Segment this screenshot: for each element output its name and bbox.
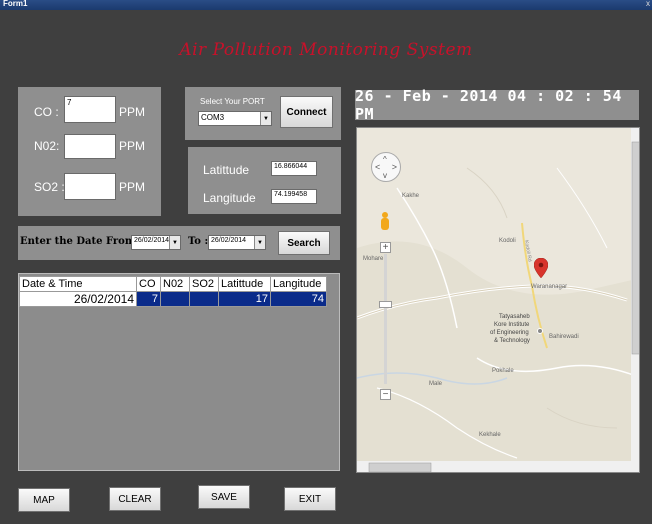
map-label-kore-institute-2: Kore Institute bbox=[494, 322, 530, 328]
so2-unit: PPM bbox=[119, 180, 146, 194]
chevron-right-icon[interactable]: > bbox=[392, 162, 397, 172]
zoom-track[interactable] bbox=[384, 254, 387, 384]
map-label-kore-institute-1: Tatyasaheb bbox=[499, 314, 530, 320]
cell-longitude[interactable]: 74 bbox=[270, 291, 327, 307]
cell-datetime[interactable]: 26/02/2014 bbox=[19, 291, 137, 307]
co-field[interactable]: 7 bbox=[64, 96, 116, 123]
zoom-out-button[interactable]: − bbox=[380, 389, 391, 400]
so2-field[interactable] bbox=[64, 173, 116, 200]
chevron-down-icon[interactable]: ▼ bbox=[169, 236, 180, 249]
port-panel: Select Your PORT COM3 ▼ Connect bbox=[185, 87, 341, 140]
pan-control[interactable]: ^ < > v bbox=[371, 152, 401, 182]
map-label-warananagar: Warananagar bbox=[531, 284, 568, 290]
latitude-label: Latittude bbox=[203, 163, 250, 177]
map-label-kakhe: Kakhe bbox=[402, 193, 420, 199]
table-row[interactable]: 26/02/2014 7 17 74 bbox=[19, 291, 327, 307]
map-label-kekhale: Kekhale bbox=[479, 432, 501, 438]
poi-icon[interactable] bbox=[537, 328, 543, 334]
col-header-so2[interactable]: SO2 bbox=[189, 276, 219, 292]
exit-button[interactable]: EXIT bbox=[284, 487, 336, 511]
chevron-down-icon[interactable]: ▼ bbox=[260, 112, 271, 125]
app-title: Air Pollution Monitoring System bbox=[179, 40, 473, 60]
readings-panel: CO : 7 PPM N02: PPM SO2 : PPM bbox=[18, 87, 161, 216]
no2-field[interactable] bbox=[64, 134, 116, 159]
port-selected-value: COM3 bbox=[201, 113, 225, 122]
data-grid[interactable]: Date & Time CO N02 SO2 Latittude Langitu… bbox=[18, 273, 340, 471]
map-canvas bbox=[357, 128, 639, 472]
save-button[interactable]: SAVE bbox=[198, 485, 250, 509]
map-button[interactable]: MAP bbox=[18, 488, 70, 512]
col-header-datetime[interactable]: Date & Time bbox=[19, 276, 137, 292]
map-label-bahirewadi: Bahirewadi bbox=[549, 334, 579, 340]
clear-button[interactable]: CLEAR bbox=[109, 487, 161, 511]
map-label-kodoli: Kodoli bbox=[499, 238, 516, 244]
longitude-field[interactable]: 74.199458 bbox=[271, 189, 317, 204]
co-label: CO : bbox=[34, 105, 59, 119]
chevron-down-icon[interactable]: v bbox=[383, 171, 387, 180]
port-select[interactable]: COM3 ▼ bbox=[198, 111, 272, 126]
connect-button[interactable]: Connect bbox=[280, 96, 333, 128]
col-header-longitude[interactable]: Langitude bbox=[270, 276, 327, 292]
co-unit: PPM bbox=[119, 105, 146, 119]
window-title: Form1 bbox=[3, 0, 28, 8]
cell-latitude[interactable]: 17 bbox=[218, 291, 271, 307]
col-header-co[interactable]: CO bbox=[136, 276, 161, 292]
chevron-left-icon[interactable]: < bbox=[375, 162, 380, 172]
cell-co[interactable]: 7 bbox=[136, 291, 161, 307]
map-label-pokhale: Pokhale bbox=[492, 368, 514, 374]
map-label-kore-institute-3: of Engineering bbox=[490, 330, 529, 336]
chevron-down-icon[interactable]: ▼ bbox=[254, 236, 265, 249]
port-label: Select Your PORT bbox=[200, 97, 265, 106]
col-header-latitude[interactable]: Latittude bbox=[218, 276, 271, 292]
main-window: Form1 x Air Pollution Monitoring System … bbox=[0, 0, 652, 524]
no2-label: N02: bbox=[34, 139, 60, 153]
chevron-up-icon[interactable]: ^ bbox=[383, 155, 387, 164]
location-panel: Latittude 16.866044 Langitude 74.199458 bbox=[188, 147, 341, 214]
date-to-value: 26/02/2014 bbox=[211, 237, 247, 244]
map-label-kore-institute-4: & Technology bbox=[494, 338, 530, 344]
map-label-mohare: Mohare bbox=[363, 256, 384, 262]
date-search-panel: Enter the Date From : 26/02/2014 ▼ To : … bbox=[18, 226, 340, 260]
search-button[interactable]: Search bbox=[278, 231, 330, 255]
cell-no2[interactable] bbox=[160, 291, 190, 307]
map-view[interactable]: ^ < > v + − Kakhe Mohare Kodoli Kodoli R… bbox=[356, 127, 640, 473]
col-header-no2[interactable]: N02 bbox=[160, 276, 190, 292]
date-to-picker[interactable]: 26/02/2014 ▼ bbox=[208, 235, 266, 250]
zoom-in-button[interactable]: + bbox=[380, 242, 391, 253]
latitude-field[interactable]: 16.866044 bbox=[271, 161, 317, 176]
date-from-value: 26/02/2014 bbox=[134, 237, 170, 244]
date-from-picker[interactable]: 26/02/2014 ▼ bbox=[131, 235, 181, 250]
location-marker-icon[interactable] bbox=[534, 258, 548, 278]
title-bar: Form1 x bbox=[0, 0, 652, 10]
data-table: Date & Time CO N02 SO2 Latittude Langitu… bbox=[19, 276, 327, 307]
longitude-label: Langitude bbox=[203, 191, 256, 205]
no2-unit: PPM bbox=[119, 139, 146, 153]
pegman-icon[interactable] bbox=[379, 212, 391, 232]
so2-label: SO2 : bbox=[34, 180, 65, 194]
date-to-label: To : bbox=[188, 236, 209, 247]
cell-so2[interactable] bbox=[189, 291, 219, 307]
datetime-display: 26 - Feb - 2014 04 : 02 : 54 PM bbox=[355, 87, 639, 123]
zoom-handle[interactable] bbox=[379, 301, 392, 308]
map-label-male: Male bbox=[429, 381, 443, 387]
close-icon[interactable]: x bbox=[646, 0, 650, 8]
date-from-label: Enter the Date From : bbox=[20, 236, 143, 247]
